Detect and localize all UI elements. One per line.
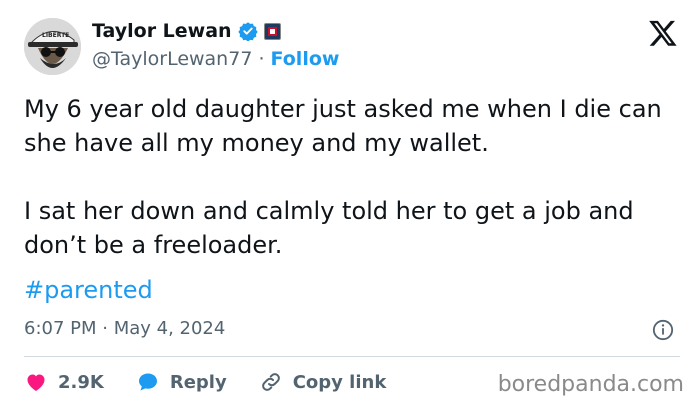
author-name-row: Taylor Lewan	[92, 20, 281, 42]
link-icon	[261, 373, 280, 391]
like-button[interactable]: 2.9K	[24, 370, 104, 394]
handle-row: @TaylorLewan77 · Follow	[92, 48, 339, 70]
action-bar: 2.9K Reply Copy link	[24, 370, 418, 394]
watermark-text: boredpanda.com	[497, 372, 684, 397]
divider	[24, 356, 680, 357]
tweet-timestamp[interactable]: 6:07 PM · May 4, 2024	[24, 318, 225, 339]
reply-button[interactable]: Reply	[136, 370, 227, 394]
hashtag-link[interactable]: #parented	[24, 276, 153, 304]
follow-button[interactable]: Follow	[271, 48, 340, 70]
separator: ·	[258, 48, 265, 70]
info-icon[interactable]	[652, 319, 674, 341]
avatar[interactable]: LIBERTE	[24, 18, 81, 75]
tweet-text: My 6 year old daughter just asked me whe…	[24, 92, 684, 262]
copy-link-label: Copy link	[292, 371, 387, 393]
x-logo-icon[interactable]	[648, 18, 678, 48]
author-handle[interactable]: @TaylorLewan77	[92, 48, 252, 70]
svg-text:LIBERTE: LIBERTE	[42, 32, 69, 39]
verified-badge-icon	[237, 22, 258, 41]
affiliate-badge-icon	[263, 22, 281, 40]
tweet-paragraph: My 6 year old daughter just asked me whe…	[24, 95, 662, 157]
reply-label: Reply	[169, 371, 227, 393]
heart-icon	[27, 374, 45, 391]
author-name[interactable]: Taylor Lewan	[92, 20, 232, 42]
tweet-paragraph: I sat her down and calmly told her to ge…	[24, 197, 634, 259]
like-count: 2.9K	[58, 371, 104, 393]
reply-bubble-icon	[138, 373, 157, 391]
copy-link-button[interactable]: Copy link	[259, 370, 387, 394]
